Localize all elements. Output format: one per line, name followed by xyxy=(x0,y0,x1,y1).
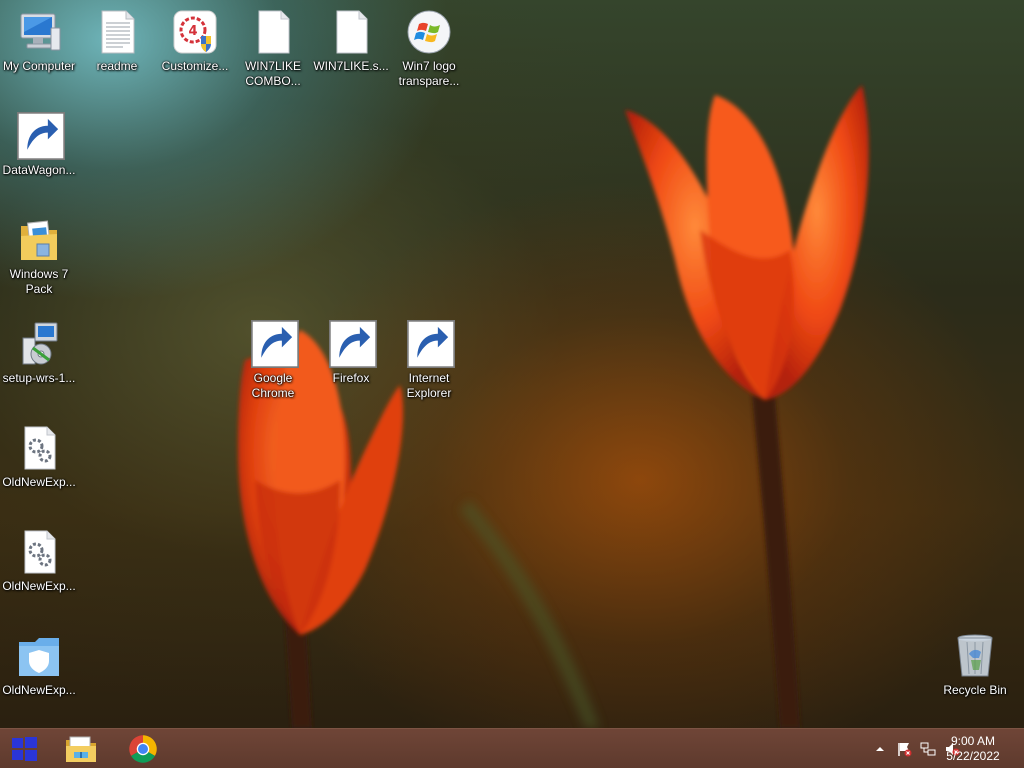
file-explorer-icon xyxy=(66,736,96,762)
desktop-icon-readme[interactable]: readme xyxy=(78,8,156,74)
desktop-icon-label: Recycle Bin xyxy=(943,683,1007,697)
desktop-icon-label: setup-wrs-1... xyxy=(2,371,76,385)
wallpaper-tulips xyxy=(238,85,869,728)
windows-start-icon xyxy=(12,737,37,761)
desktop-icon-win7-logo[interactable]: Win7 logo transpare... xyxy=(390,8,468,89)
desktop-icon-label: Internet Explorer xyxy=(406,371,452,400)
desktop-icon-customize[interactable]: 4 Customize... xyxy=(156,8,234,74)
desktop-icon-win7like-combo[interactable]: WIN7LIKE COMBO... xyxy=(234,8,312,89)
desktop-icon-label: readme xyxy=(96,59,138,73)
customize-shield-icon: 4 xyxy=(173,10,217,54)
shortcut-arrow-icon xyxy=(329,320,377,368)
desktop-icon-label: WIN7LIKE.s... xyxy=(313,59,389,73)
desktop-icon-my-computer[interactable]: My Computer xyxy=(0,8,78,74)
desktop-icon-windows7-pack[interactable]: Windows 7 Pack xyxy=(0,216,78,297)
config-file-icon xyxy=(24,530,56,574)
start-button[interactable] xyxy=(0,729,48,769)
taskbar-chrome-button[interactable] xyxy=(118,729,168,769)
desktop-icon-internet-explorer[interactable]: e Internet Explorer xyxy=(390,320,468,401)
system-tray: 9:00 AM 5/22/2022 xyxy=(824,729,1024,769)
desktop-icon-label: Firefox xyxy=(332,371,370,385)
desktop-icon-firefox[interactable]: Firefox xyxy=(312,320,390,386)
chrome-icon xyxy=(129,735,157,763)
blank-file-icon xyxy=(258,10,290,54)
recycle-bin-icon xyxy=(957,634,993,677)
shortcut-arrow-icon xyxy=(251,320,299,368)
clock-time: 9:00 AM xyxy=(950,734,996,748)
desktop-icon-oldnewexp-2[interactable]: OldNewExp... xyxy=(0,528,78,594)
show-hidden-icons-chevron[interactable] xyxy=(872,741,888,757)
computer-icon xyxy=(20,13,61,51)
desktop-icon-label: My Computer xyxy=(2,59,76,73)
windows7-logo-icon xyxy=(407,10,451,54)
shield-file-icon xyxy=(19,638,59,676)
taskbar-file-explorer-button[interactable] xyxy=(56,729,106,769)
config-file-icon xyxy=(24,426,56,470)
desktop-icon-label: OldNewExp... xyxy=(2,683,76,697)
desktop: My Computer readme 4 Customize... WIN7LI… xyxy=(0,0,1024,728)
clock-date: 5/22/2022 xyxy=(946,749,1000,763)
text-file-icon xyxy=(101,10,135,54)
svg-text:4: 4 xyxy=(188,24,197,39)
action-center-flag-icon[interactable] xyxy=(896,741,912,757)
desktop-icon-label: Windows 7 Pack xyxy=(9,267,69,296)
desktop-icon-label: OldNewExp... xyxy=(2,579,76,593)
desktop-icon-oldnewexp-1[interactable]: OldNewExp... xyxy=(0,424,78,490)
desktop-icon-oldnewexp-3[interactable]: OldNewExp... xyxy=(0,632,78,698)
shortcut-arrow-icon xyxy=(17,112,65,160)
desktop-icon-label: OldNewExp... xyxy=(2,475,76,489)
desktop-icon-setup-wrs[interactable]: setup-wrs-1... xyxy=(0,320,78,386)
desktop-icon-label: WIN7LIKE COMBO... xyxy=(244,59,301,88)
taskbar-clock[interactable]: 9:00 AM 5/22/2022 xyxy=(938,734,1008,764)
desktop-icon-label: Customize... xyxy=(161,59,229,73)
desktop-icon-datawagon[interactable]: DataWagon... xyxy=(0,112,78,178)
taskbar: 9:00 AM 5/22/2022 xyxy=(0,728,1024,768)
desktop-icon-win7like-s[interactable]: WIN7LIKE.s... xyxy=(312,8,390,74)
desktop-icon-google-chrome[interactable]: Google Chrome xyxy=(234,320,312,401)
desktop-icon-label: Google Chrome xyxy=(251,371,295,400)
desktop-icon-label: DataWagon... xyxy=(2,163,76,177)
network-icon[interactable] xyxy=(920,741,936,757)
setup-installer-icon xyxy=(22,322,58,365)
blank-file-icon xyxy=(336,10,368,54)
desktop-icon-recycle-bin[interactable]: Recycle Bin xyxy=(936,632,1014,698)
folder-icon xyxy=(21,220,57,260)
shortcut-arrow-icon xyxy=(407,320,455,368)
desktop-icon-label: Win7 logo transpare... xyxy=(398,59,460,88)
